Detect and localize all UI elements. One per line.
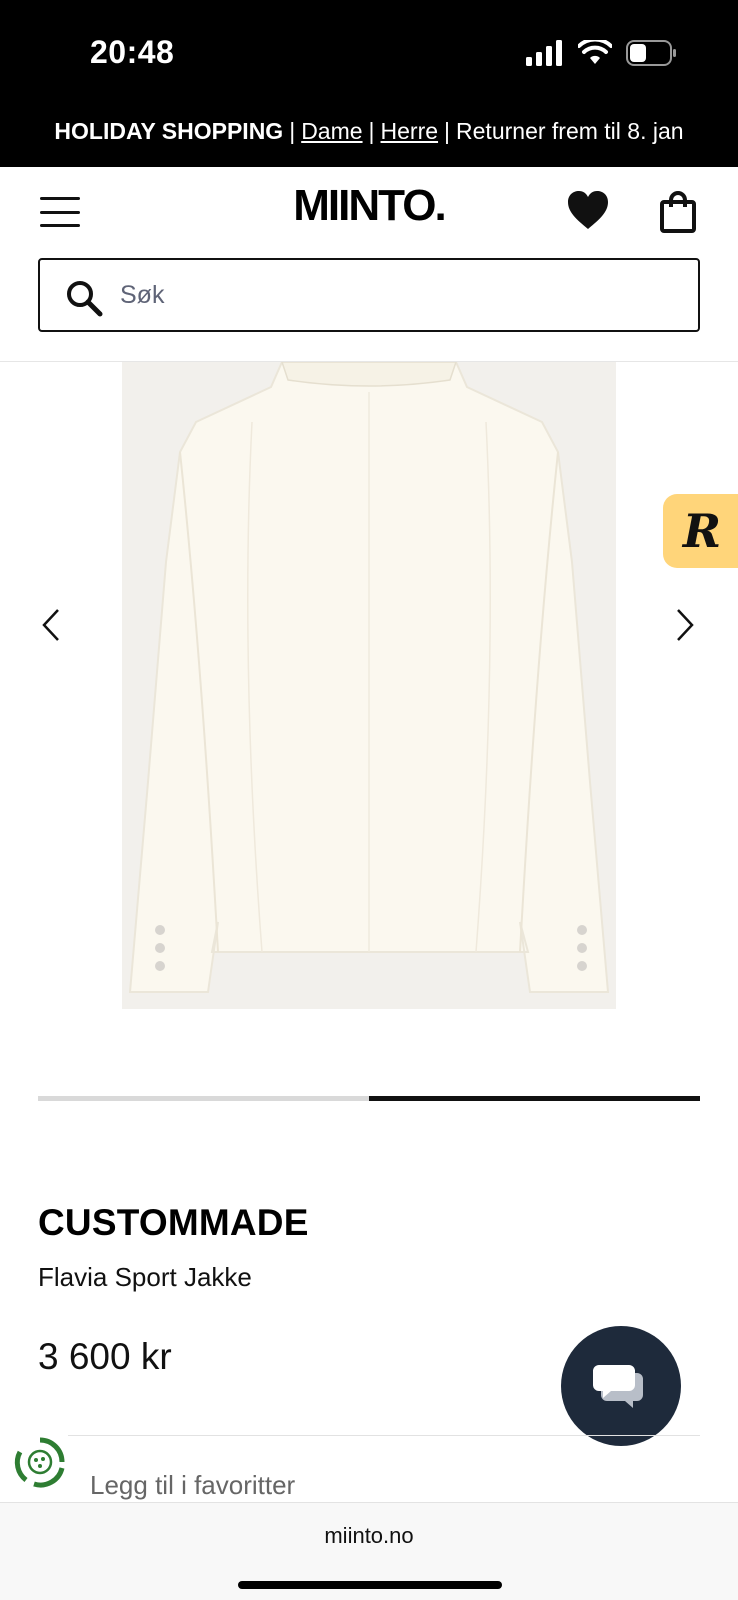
signal-icon [526, 40, 562, 66]
product-name: Flavia Sport Jakke [38, 1262, 252, 1292]
promo-separator: | [444, 118, 451, 144]
divider [68, 1435, 700, 1436]
site-header: MIINTO. [0, 167, 738, 362]
search-bar[interactable] [38, 258, 700, 332]
shopping-bag-icon[interactable] [660, 191, 696, 233]
review-badge[interactable]: R [663, 494, 738, 568]
gallery-progress-fill [369, 1096, 700, 1101]
product-price: 3 600 kr [38, 1336, 172, 1377]
promo-holiday: HOLIDAY SHOPPING [54, 118, 284, 144]
top-banner: 20:48 HOLIDAY SHOPPING | Dame | Herre | Return… [0, 0, 738, 167]
heart-icon[interactable] [566, 189, 610, 231]
add-to-favorites[interactable]: Legg til i favoritter [90, 1470, 295, 1501]
chevron-left-icon[interactable] [36, 600, 66, 650]
chat-button[interactable] [561, 1326, 681, 1446]
site-logo[interactable]: MIINTO. [0, 181, 738, 231]
chat-icon [593, 1365, 643, 1408]
gallery-progress [38, 1096, 700, 1101]
promo-link-herre[interactable]: Herre [381, 118, 439, 144]
eco-icon[interactable] [12, 1434, 68, 1490]
promo-separator: | [368, 118, 375, 144]
home-indicator[interactable] [238, 1581, 502, 1589]
promo-banner: HOLIDAY SHOPPING | Dame | Herre | Returner fre… [0, 118, 738, 145]
wifi-icon [578, 40, 612, 64]
promo-link-dame[interactable]: Dame [301, 118, 362, 144]
product-brand[interactable]: CUSTOMMADE [38, 1202, 309, 1244]
product-image [122, 362, 616, 1009]
browser-url[interactable]: miinto.no [0, 1523, 738, 1549]
search-icon [67, 281, 103, 317]
browser-bottom-bar: miinto.no [0, 1502, 738, 1600]
promo-separator: | [289, 118, 296, 144]
chevron-right-icon[interactable] [670, 600, 700, 650]
status-icons [526, 38, 678, 68]
product-gallery[interactable]: R [0, 362, 738, 1012]
search-input[interactable] [120, 260, 680, 330]
promo-returns: Returner frem til 8. jan [456, 118, 684, 144]
status-time: 20:48 [90, 34, 175, 70]
battery-icon [626, 40, 676, 66]
